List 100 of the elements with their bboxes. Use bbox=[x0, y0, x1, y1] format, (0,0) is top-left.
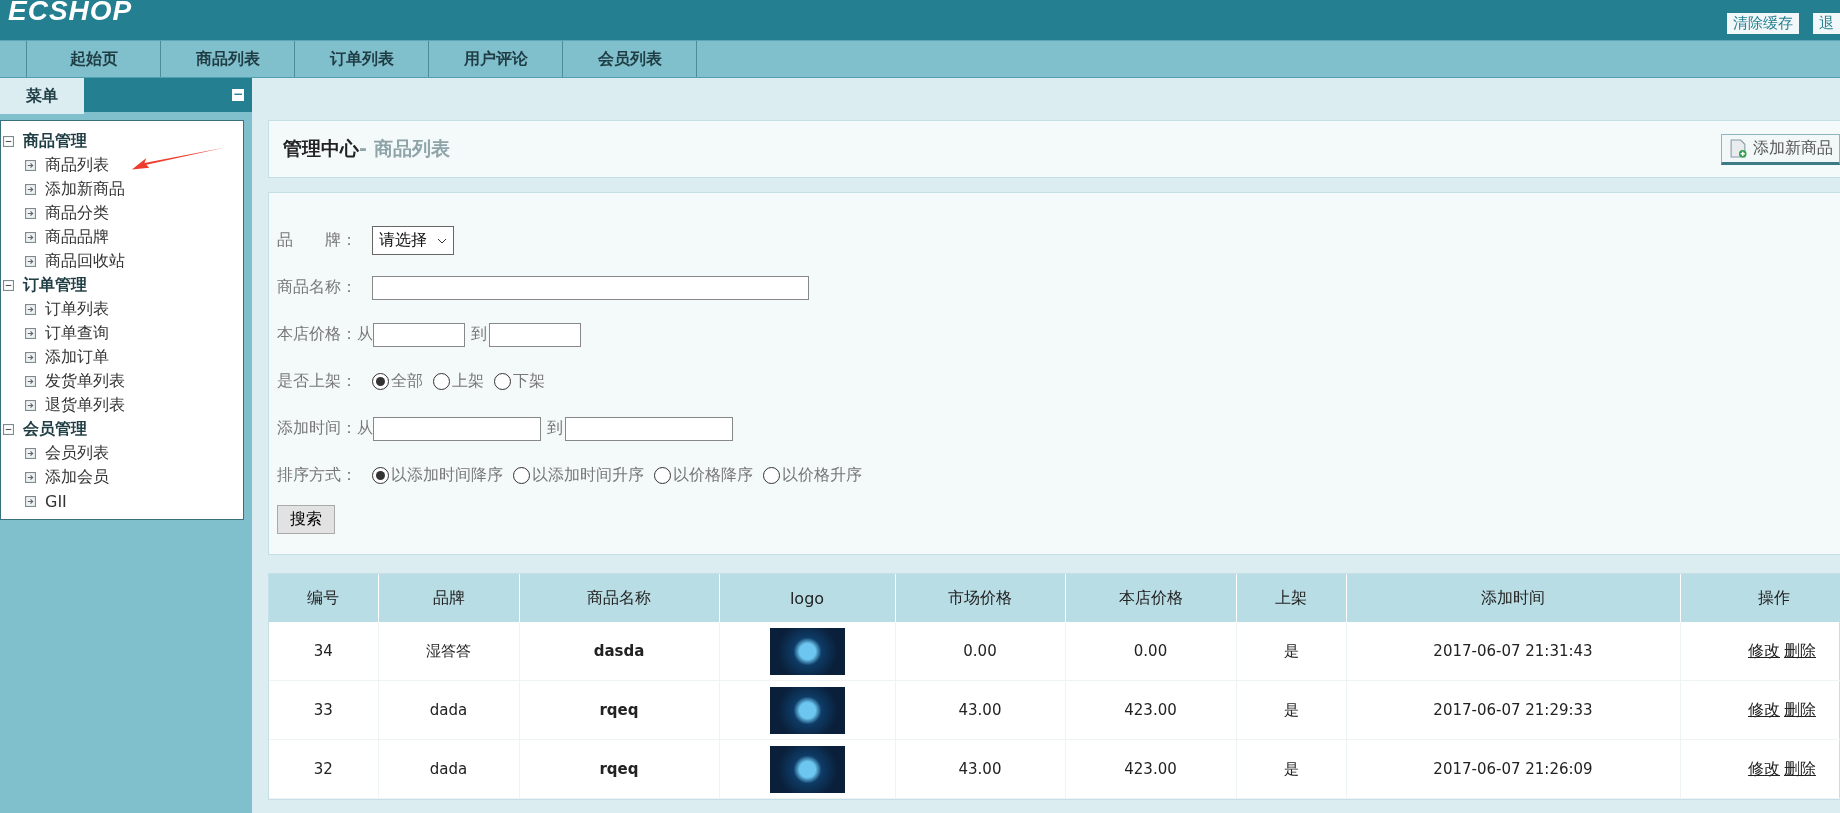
minus-box-icon[interactable] bbox=[3, 279, 14, 291]
add-document-icon bbox=[1730, 138, 1747, 158]
action-link[interactable]: 修改 bbox=[1748, 699, 1780, 719]
menu-item[interactable]: 商品分类 bbox=[45, 202, 109, 224]
radio-button[interactable] bbox=[372, 467, 389, 484]
column-header: logo bbox=[719, 574, 895, 622]
header-button[interactable]: 退 bbox=[1813, 13, 1840, 34]
column-header: 商品名称 bbox=[519, 574, 719, 622]
arrow-box-icon bbox=[25, 351, 36, 363]
arrow-box-icon bbox=[25, 159, 36, 171]
table-cell: 32 bbox=[269, 739, 378, 799]
arrow-box-icon bbox=[25, 471, 36, 483]
add-product-button[interactable]: 添加新商品 bbox=[1721, 133, 1840, 165]
table-cell: dasda bbox=[519, 622, 719, 681]
action-link[interactable]: 修改 bbox=[1748, 758, 1780, 778]
menu-item[interactable]: 添加会员 bbox=[45, 466, 109, 488]
nav-tab[interactable]: 起始页 bbox=[27, 41, 161, 77]
table-cell: 0.00 bbox=[1065, 622, 1236, 681]
action-link[interactable]: 删除 bbox=[1784, 758, 1816, 778]
range-separator: 到 bbox=[471, 324, 487, 345]
range-separator: 到 bbox=[547, 418, 563, 439]
table-cell: 是 bbox=[1236, 739, 1346, 799]
column-header: 添加时间 bbox=[1346, 574, 1680, 622]
filter-label: 是否上架： bbox=[277, 371, 358, 392]
menu-tab[interactable]: 菜单 bbox=[0, 78, 84, 114]
column-header: 本店价格 bbox=[1065, 574, 1236, 622]
input-field[interactable] bbox=[373, 416, 541, 441]
filter-label: 添加时间：从 bbox=[277, 418, 373, 439]
table-cell: 43.00 bbox=[895, 680, 1065, 740]
table-cell: 是 bbox=[1236, 622, 1346, 681]
table-cell: 是 bbox=[1236, 680, 1346, 740]
table-cell: 湿答答 bbox=[378, 622, 519, 681]
search-button[interactable]: 搜索 bbox=[277, 505, 335, 534]
nav-tab[interactable]: 会员列表 bbox=[563, 41, 697, 77]
column-header: 市场价格 bbox=[895, 574, 1065, 622]
collapse-icon[interactable]: − bbox=[232, 89, 244, 101]
filter-label: 商品名称： bbox=[277, 277, 358, 298]
table-cell: 2017-06-07 21:26:09 bbox=[1346, 739, 1680, 799]
arrow-box-icon bbox=[25, 375, 36, 387]
arrow-box-icon bbox=[25, 495, 36, 507]
radio-button[interactable] bbox=[654, 467, 671, 484]
filter-label: 本店价格：从 bbox=[277, 324, 373, 345]
arrow-box-icon bbox=[25, 183, 36, 195]
table-cell: dada bbox=[378, 739, 519, 799]
action-link[interactable]: 删除 bbox=[1784, 640, 1816, 660]
table-cell: 33 bbox=[269, 680, 378, 740]
header-button[interactable]: 清除缓存 bbox=[1727, 13, 1799, 34]
logo: ECSHOP bbox=[7, 0, 133, 22]
menu-group-label[interactable]: 商品管理 bbox=[23, 130, 87, 152]
input-field[interactable] bbox=[373, 322, 465, 347]
arrow-box-icon bbox=[25, 255, 36, 267]
table-cell: 43.00 bbox=[895, 739, 1065, 799]
radio-button[interactable] bbox=[433, 373, 450, 390]
menu-item[interactable]: 商品列表 bbox=[45, 154, 109, 176]
arrow-box-icon bbox=[25, 207, 36, 219]
action-link[interactable]: 修改 bbox=[1748, 640, 1780, 660]
radio-button[interactable] bbox=[494, 373, 511, 390]
table-cell: rqeq bbox=[519, 739, 719, 799]
caret-icon bbox=[437, 237, 447, 244]
table-cell: 423.00 bbox=[1065, 680, 1236, 740]
menu-item[interactable]: 添加订单 bbox=[45, 346, 109, 368]
menu-item[interactable]: 订单列表 bbox=[45, 298, 109, 320]
menu-group-label[interactable]: 会员管理 bbox=[23, 418, 87, 440]
arrow-box-icon bbox=[25, 399, 36, 411]
radio-label: 以价格升序 bbox=[782, 465, 862, 486]
arrow-box-icon bbox=[25, 231, 36, 243]
radio-label: 以添加时间降序 bbox=[391, 465, 503, 486]
minus-box-icon[interactable] bbox=[3, 423, 14, 435]
radio-label: 以添加时间升序 bbox=[532, 465, 644, 486]
menu-item[interactable]: 退货单列表 bbox=[45, 394, 125, 416]
action-link[interactable]: 删除 bbox=[1784, 699, 1816, 719]
minus-box-icon[interactable] bbox=[3, 135, 14, 147]
nav-tab[interactable]: 商品列表 bbox=[161, 41, 295, 77]
menu-item[interactable]: 商品回收站 bbox=[45, 250, 125, 272]
input-field[interactable] bbox=[489, 322, 581, 347]
arrow-box-icon bbox=[25, 447, 36, 459]
radio-button[interactable] bbox=[763, 467, 780, 484]
menu-group-label[interactable]: 订单管理 bbox=[23, 274, 87, 296]
input-field[interactable] bbox=[372, 275, 809, 300]
column-header: 编号 bbox=[269, 574, 378, 622]
menu-item[interactable]: 商品品牌 bbox=[45, 226, 109, 248]
nav-tab[interactable]: 用户评论 bbox=[429, 41, 563, 77]
table-cell: rqeq bbox=[519, 680, 719, 740]
table-cell: 2017-06-07 21:29:33 bbox=[1346, 680, 1680, 740]
radio-label: 以价格降序 bbox=[673, 465, 753, 486]
radio-button[interactable] bbox=[372, 373, 389, 390]
menu-item[interactable]: GII bbox=[45, 491, 67, 511]
table-cell: 423.00 bbox=[1065, 739, 1236, 799]
column-header: 上架 bbox=[1236, 574, 1346, 622]
nav-tab[interactable]: 订单列表 bbox=[295, 41, 429, 77]
table-cell: 0.00 bbox=[895, 622, 1065, 681]
brand-select[interactable]: 请选择 bbox=[372, 226, 454, 255]
menu-item[interactable]: 会员列表 bbox=[45, 442, 109, 464]
menu-item[interactable]: 订单查询 bbox=[45, 322, 109, 344]
radio-button[interactable] bbox=[513, 467, 530, 484]
filter-label: 品 牌： bbox=[277, 230, 358, 251]
menu-item[interactable]: 添加新商品 bbox=[45, 178, 125, 200]
input-field[interactable] bbox=[565, 416, 733, 441]
arrow-box-icon bbox=[25, 303, 36, 315]
menu-item[interactable]: 发货单列表 bbox=[45, 370, 125, 392]
